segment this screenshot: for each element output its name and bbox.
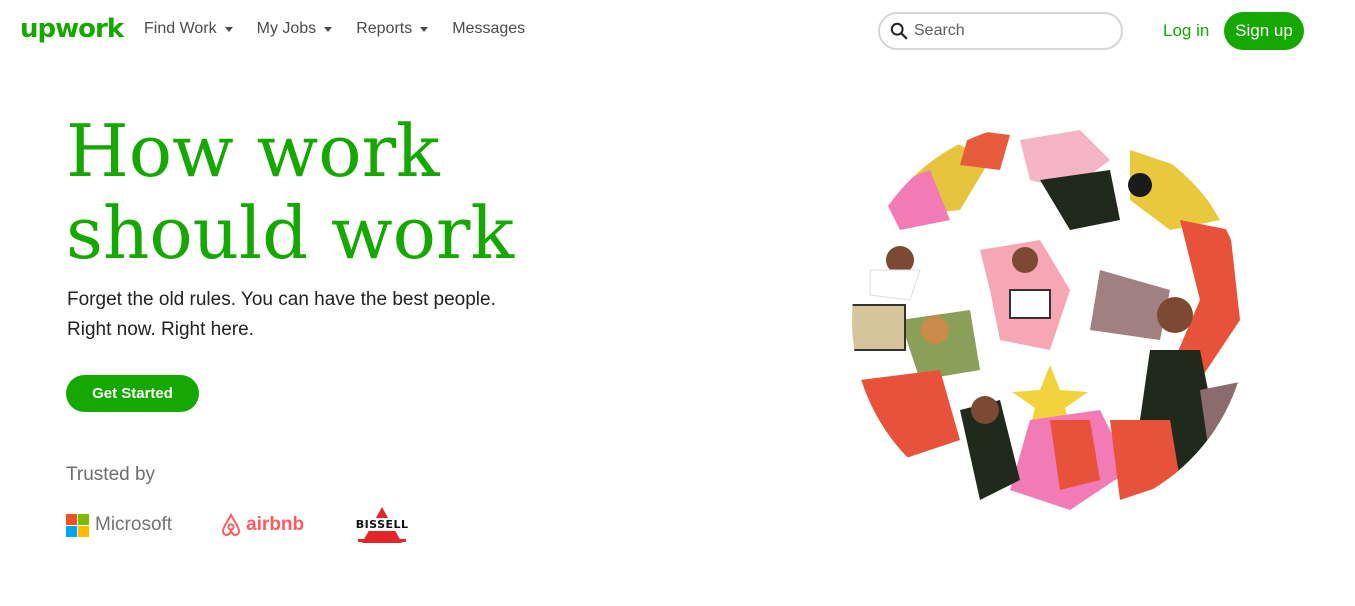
- chevron-down-icon: [224, 26, 233, 32]
- search-box[interactable]: [878, 12, 1123, 50]
- upwork-logo[interactable]: upwork: [20, 14, 124, 44]
- hero-subtitle-line1: Forget the old rules. You can have the b…: [67, 289, 496, 310]
- site-header: upwork Find Work My Jobs Reports Message…: [0, 0, 1355, 64]
- bissell-logo: BISSELL: [352, 505, 413, 545]
- chevron-down-icon: [324, 26, 333, 32]
- login-link[interactable]: Log in: [1163, 21, 1209, 41]
- microsoft-logo: Microsoft: [66, 513, 173, 537]
- hero-title-line1: How work: [66, 109, 440, 193]
- trusted-by-label: Trusted by: [66, 464, 156, 485]
- trusted-logos: Microsoft airbnb BISSELL: [66, 505, 413, 545]
- airbnb-logo-text: airbnb: [246, 514, 305, 535]
- nav-messages[interactable]: Messages: [452, 20, 525, 38]
- hero-title-line2: should work: [66, 191, 515, 275]
- hero-subtitle: Forget the old rules. You can have the b…: [67, 285, 587, 345]
- airbnb-logo: airbnb: [220, 513, 304, 537]
- get-started-button[interactable]: Get Started: [66, 375, 199, 412]
- nav-messages-label: Messages: [452, 20, 526, 37]
- hero-title: How work should work: [66, 110, 626, 274]
- hero-illustration: [852, 130, 1248, 510]
- microsoft-logo-text: Microsoft: [95, 514, 173, 535]
- chevron-down-icon: [420, 26, 429, 32]
- bissell-logo-text: BISSELL: [352, 518, 413, 531]
- nav-reports-label: Reports: [356, 20, 413, 37]
- main-nav: Find Work My Jobs Reports Messages: [144, 20, 525, 38]
- nav-find-work[interactable]: Find Work: [144, 20, 233, 38]
- microsoft-windows-icon: [66, 513, 89, 537]
- search-input[interactable]: [914, 22, 1104, 40]
- nav-find-work-label: Find Work: [144, 20, 217, 37]
- hero-subtitle-line2: Right now. Right here.: [67, 319, 254, 340]
- signup-button[interactable]: Sign up: [1224, 12, 1304, 50]
- airbnb-belo-icon: [222, 513, 241, 537]
- nav-my-jobs[interactable]: My Jobs: [257, 20, 333, 38]
- nav-reports[interactable]: Reports: [356, 20, 429, 38]
- nav-my-jobs-label: My Jobs: [256, 20, 317, 37]
- search-icon: [890, 22, 908, 40]
